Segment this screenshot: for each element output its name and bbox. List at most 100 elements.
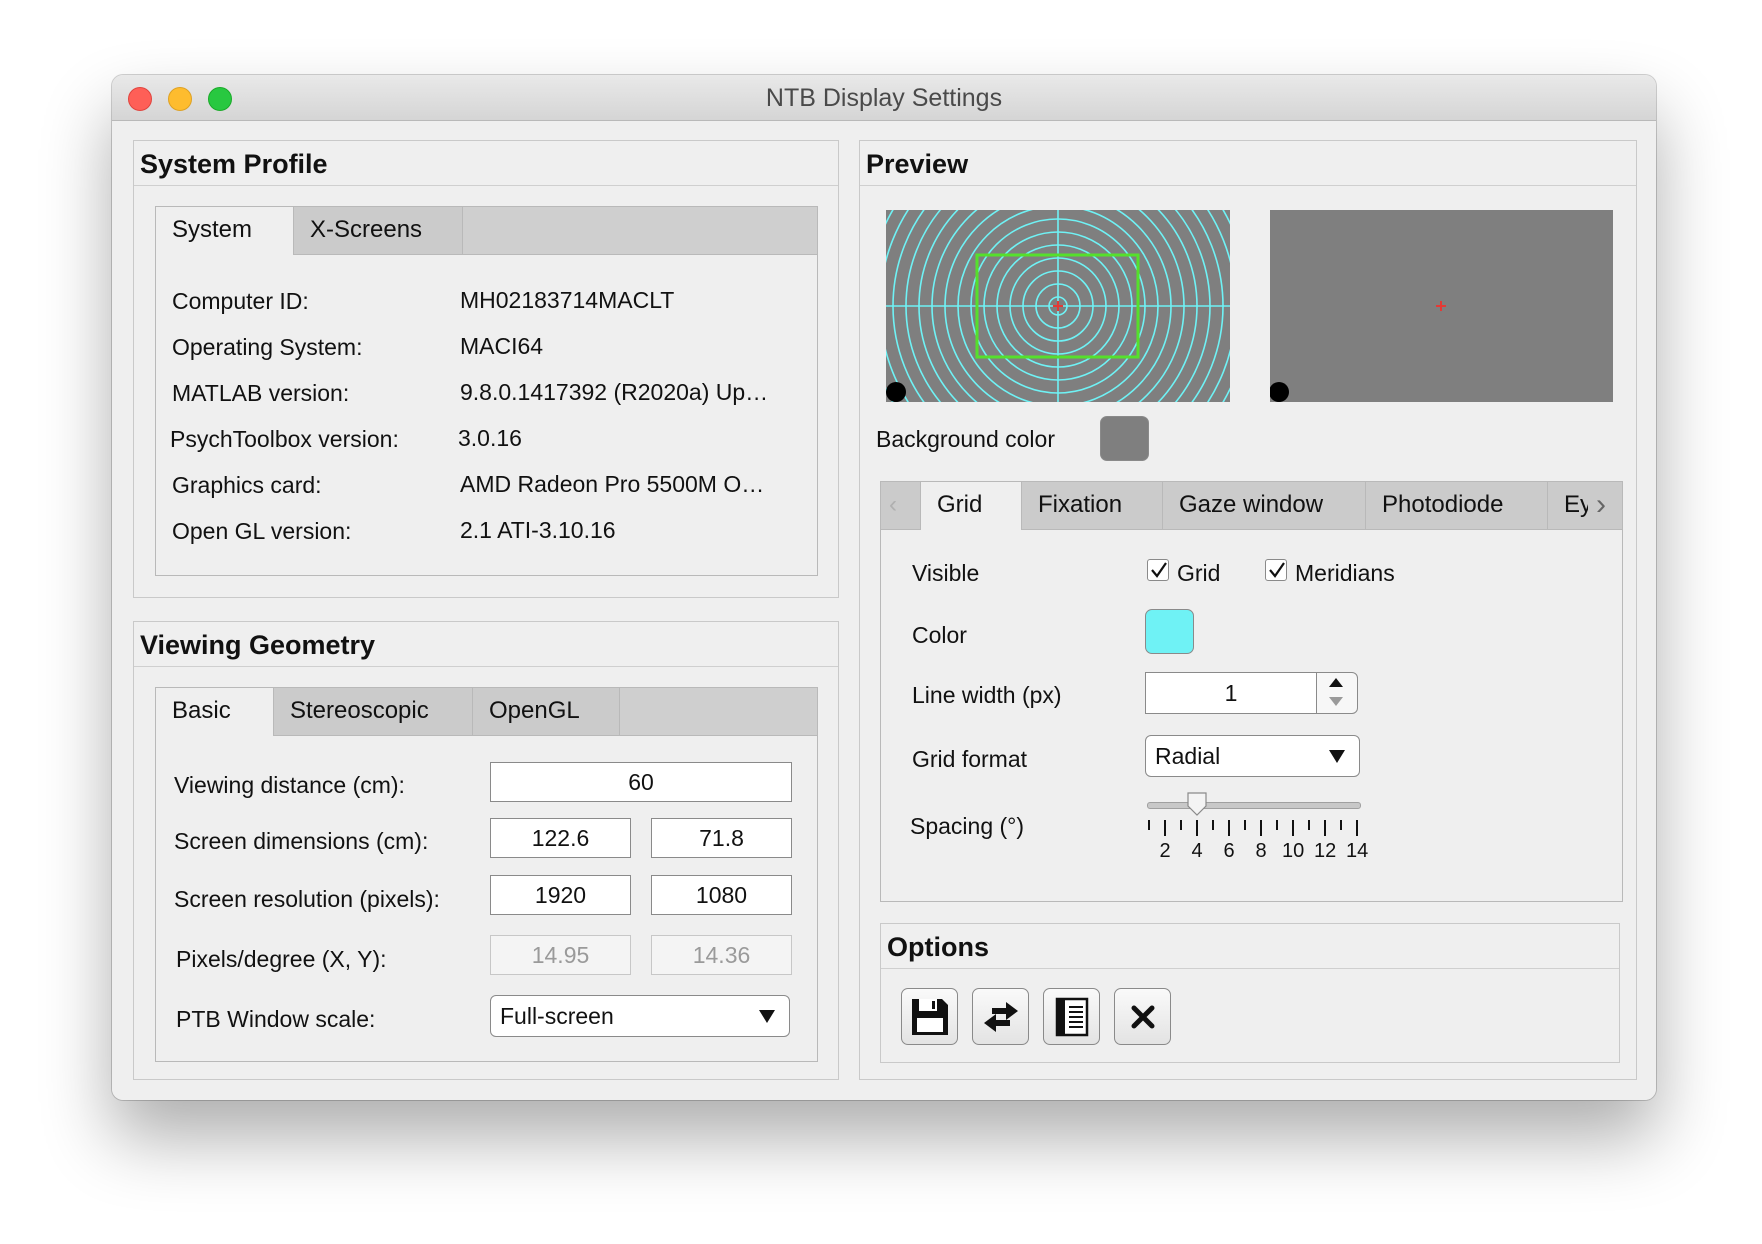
- slider-tick: [1212, 820, 1214, 830]
- slider-tick: [1340, 820, 1342, 830]
- slider-tick: [1228, 820, 1230, 836]
- line-width-stepper[interactable]: [1316, 672, 1358, 714]
- slider-tick-label: 14: [1346, 840, 1369, 862]
- slider-tick: [1260, 820, 1262, 836]
- stepper-down-icon[interactable]: [1329, 697, 1343, 706]
- screen-resolution-label: Screen resolution (pixels):: [174, 886, 440, 912]
- computer-id-value: MH02183714MACLT: [460, 287, 675, 313]
- slider-tick: [1164, 820, 1166, 836]
- tab-bar: System X-Screens: [156, 207, 817, 255]
- window-scale-value: Full-screen: [500, 1003, 614, 1029]
- psychtoolbox-version-value: 3.0.16: [458, 425, 522, 451]
- panel-title: System Profile: [140, 149, 328, 179]
- preview-settings-tab-group: ‹ Grid Fixation Gaze window Photodiode E…: [880, 481, 1623, 902]
- slider-tick-label: 6: [1223, 840, 1235, 862]
- grid-format-label: Grid format: [912, 746, 1028, 772]
- divider: [134, 666, 838, 667]
- background-color-swatch[interactable]: [1100, 416, 1149, 461]
- window-scale-dropdown[interactable]: Full-screen: [490, 995, 790, 1037]
- system-tab-group: System X-Screens Computer ID: MH02183714…: [155, 206, 818, 576]
- tab-x-screens[interactable]: X-Screens: [294, 207, 463, 254]
- tab-basic[interactable]: Basic: [156, 688, 274, 736]
- checkmark-icon: [1151, 562, 1167, 578]
- tab-eye[interactable]: Ey: [1548, 482, 1588, 529]
- grid-format-dropdown[interactable]: Radial: [1145, 735, 1360, 777]
- tab-bar: Basic Stereoscopic OpenGL: [156, 688, 817, 736]
- psychtoolbox-version-label: PsychToolbox version:: [170, 426, 399, 452]
- save-button[interactable]: [901, 988, 958, 1045]
- resolution-y-input[interactable]: 1080: [651, 875, 792, 915]
- viewing-geometry-panel: Viewing Geometry Basic Stereoscopic Open…: [133, 621, 839, 1080]
- slider-tick-label: 12: [1314, 840, 1337, 862]
- graphics-card-value: AMD Radeon Pro 5500M O…: [460, 471, 765, 497]
- settings-window: NTB Display Settings System Profile Syst…: [112, 75, 1656, 1100]
- screen-width-input[interactable]: 122.6: [490, 818, 631, 858]
- screen-height-input[interactable]: 71.8: [651, 818, 792, 858]
- subject-preview-canvas: [1270, 301, 1446, 402]
- options-panel: Options: [880, 923, 1620, 1063]
- viewing-distance-input[interactable]: 60: [490, 762, 792, 802]
- opengl-version-label: Open GL version:: [172, 518, 352, 544]
- resolution-x-input[interactable]: 1920: [490, 875, 631, 915]
- meridians-visible-checkbox[interactable]: [1265, 559, 1287, 581]
- swap-button[interactable]: [972, 988, 1029, 1045]
- slider-tick-label: 4: [1191, 840, 1203, 862]
- title-bar[interactable]: NTB Display Settings: [112, 75, 1656, 121]
- slider-tick: [1180, 820, 1182, 830]
- slider-tick: [1356, 820, 1358, 836]
- tab-gaze-window[interactable]: Gaze window: [1163, 482, 1366, 529]
- tab-bar: ‹ Grid Fixation Gaze window Photodiode E…: [881, 482, 1622, 530]
- meridians-checkbox-label: Meridians: [1295, 560, 1395, 586]
- fixation-cross-icon: [1053, 301, 1063, 311]
- window-title: NTB Display Settings: [765, 84, 1003, 112]
- window-content: System Profile System X-Screens Computer…: [112, 121, 1656, 1100]
- notes-button[interactable]: [1043, 988, 1100, 1045]
- slider-tick: [1196, 820, 1198, 836]
- tab-photodiode[interactable]: Photodiode: [1366, 482, 1548, 529]
- matlab-version-label: MATLAB version:: [172, 380, 350, 406]
- floppy-disk-icon: [912, 999, 948, 1035]
- slider-tick-label: 2: [1159, 840, 1171, 862]
- slider-thumb[interactable]: [1187, 792, 1207, 816]
- line-width-input[interactable]: 1: [1145, 672, 1316, 714]
- spacing-slider[interactable]: 2 4 6 8 10 12 14: [1147, 792, 1368, 872]
- slider-track: [1147, 802, 1361, 809]
- pixels-per-degree-x-field: 14.95: [490, 935, 631, 975]
- visible-label: Visible: [912, 560, 980, 586]
- tab-stereoscopic[interactable]: Stereoscopic: [274, 688, 473, 735]
- slider-tick: [1292, 820, 1294, 836]
- stepper-up-icon[interactable]: [1329, 678, 1343, 687]
- tab-grid[interactable]: Grid: [921, 482, 1022, 530]
- scroll-tabs-right-button[interactable]: ›: [1588, 482, 1622, 529]
- os-value: MACI64: [460, 333, 544, 359]
- notebook-icon: [1055, 997, 1089, 1037]
- fixation-cross-icon: [1436, 301, 1446, 311]
- screen-dimensions-label: Screen dimensions (cm):: [174, 828, 429, 854]
- photodiode-marker: [1270, 382, 1289, 402]
- preview-panel: Preview Background color ‹ Grid Fixation…: [859, 140, 1637, 1080]
- system-profile-panel: System Profile System X-Screens Computer…: [133, 140, 839, 598]
- matlab-version-value: 9.8.0.1417392 (R2020a) Up…: [460, 379, 769, 405]
- grid-color-label: Color: [912, 622, 967, 648]
- tab-opengl[interactable]: OpenGL: [473, 688, 620, 735]
- pixels-per-degree-label: Pixels/degree (X, Y):: [176, 946, 387, 972]
- tab-fixation[interactable]: Fixation: [1022, 482, 1163, 529]
- grid-preview-canvas: [886, 210, 1230, 402]
- close-icon: [1131, 1005, 1155, 1029]
- subject-preview: [1270, 210, 1613, 402]
- dropdown-arrow-icon: [759, 1010, 775, 1023]
- panel-title: Preview: [866, 149, 969, 179]
- pixels-per-degree-y-field: 14.36: [651, 935, 792, 975]
- tab-system[interactable]: System: [156, 207, 294, 255]
- photodiode-marker: [886, 382, 906, 402]
- grid-preview: [886, 210, 1230, 402]
- divider: [881, 968, 1619, 969]
- grid-color-swatch[interactable]: [1145, 609, 1194, 654]
- grid-visible-checkbox[interactable]: [1147, 559, 1169, 581]
- grid-format-value: Radial: [1155, 743, 1221, 769]
- line-width-label: Line width (px): [912, 682, 1062, 708]
- scroll-tabs-left-button[interactable]: ‹: [881, 482, 921, 529]
- slider-tick: [1308, 820, 1310, 830]
- close-settings-button[interactable]: [1114, 988, 1171, 1045]
- swap-arrows-icon: [984, 1002, 1018, 1032]
